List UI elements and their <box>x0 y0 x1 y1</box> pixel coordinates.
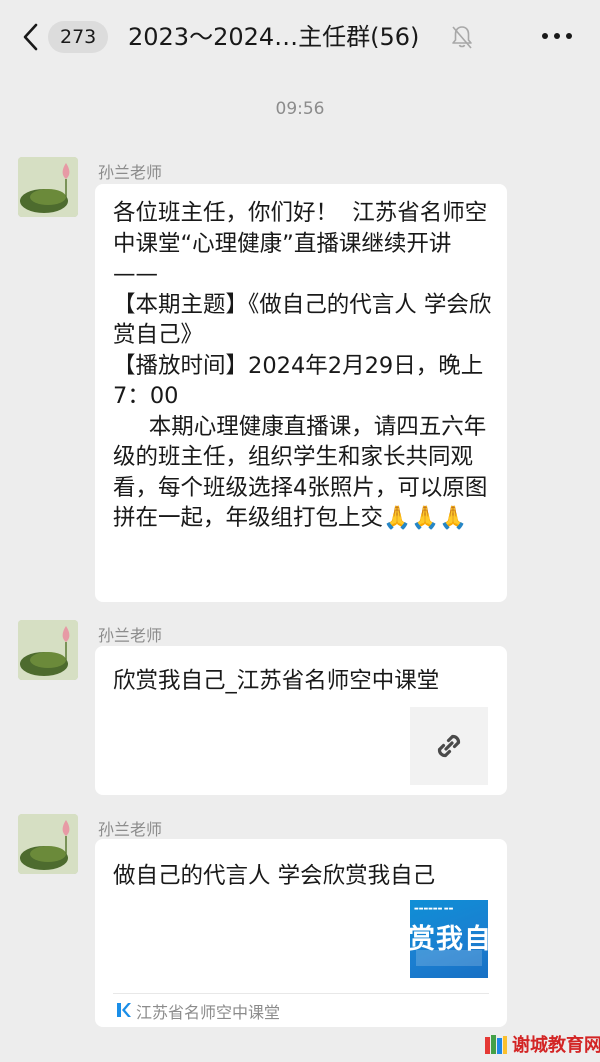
sender-name: 孙兰老师 <box>98 163 163 182</box>
thumb-footer-strip <box>416 950 482 966</box>
card-title: 做自己的代言人 学会欣赏我自己 <box>113 863 436 889</box>
link-message-bubble[interactable]: 欣赏我自己_江苏省名师空中课堂 <box>95 646 507 795</box>
text-message-bubble[interactable]: 各位班主任，你们好！ 江苏省名师空中课堂“心理健康”直播课继续开讲—— 【本期主… <box>95 184 507 602</box>
sender-name: 孙兰老师 <box>98 820 163 839</box>
lotus-avatar-image <box>18 814 78 874</box>
more-options-icon[interactable] <box>541 30 573 42</box>
card-divider <box>113 993 489 994</box>
card-message-bubble[interactable]: 做自己的代言人 学会欣赏我自己 ▬▬▬▬▬▬ ▬▬ 赏我自己 江苏省名师空中课堂 <box>95 839 507 1027</box>
message-timestamp: 09:56 <box>275 99 325 119</box>
watermark-text: 谢城教育网 <box>512 1035 600 1056</box>
books-logo-icon <box>485 1035 507 1054</box>
chat-header: 273 2023～2024…主任群(56) <box>0 0 600 76</box>
message-text: 各位班主任，你们好！ 江苏省名师空中课堂“心理健康”直播课继续开讲—— 【本期主… <box>113 200 492 531</box>
sender-name: 孙兰老师 <box>98 626 163 645</box>
k-logo-icon <box>117 1003 131 1017</box>
thumb-header-strip: ▬▬▬▬▬▬ ▬▬ <box>414 906 454 912</box>
sender-avatar[interactable] <box>18 620 78 680</box>
lotus-avatar-image <box>18 157 78 217</box>
back-arrow-icon[interactable] <box>20 22 42 52</box>
chat-title: 2023～2024…主任群(56) <box>128 23 420 51</box>
card-thumbnail: ▬▬▬▬▬▬ ▬▬ 赏我自己 <box>410 900 488 978</box>
sender-avatar[interactable] <box>18 814 78 874</box>
site-watermark: 谢城教育网 <box>484 1032 600 1056</box>
unread-count-badge[interactable]: 273 <box>48 21 109 53</box>
link-title: 欣赏我自己_江苏省名师空中课堂 <box>113 668 440 694</box>
card-source-name: 江苏省名师空中课堂 <box>136 1003 281 1022</box>
link-thumbnail <box>410 707 488 785</box>
lotus-avatar-image <box>18 620 78 680</box>
link-icon <box>437 734 461 758</box>
muted-bell-icon <box>452 26 472 49</box>
sender-avatar[interactable] <box>18 157 78 217</box>
